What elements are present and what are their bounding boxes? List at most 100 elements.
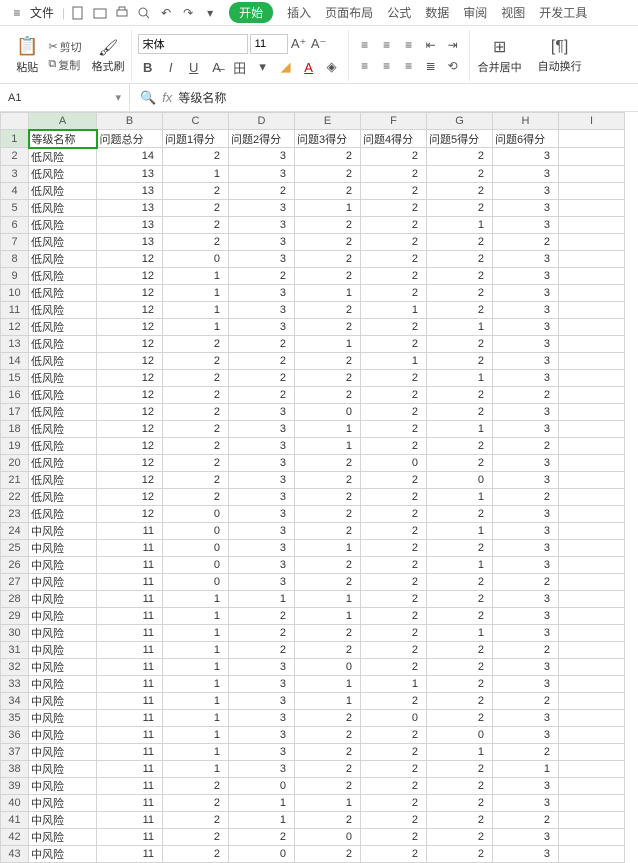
cell-I18[interactable] — [559, 420, 625, 437]
cell-G37[interactable]: 1 — [427, 743, 493, 760]
cell-A7[interactable]: 低风险 — [29, 233, 97, 250]
cell-E19[interactable]: 1 — [295, 437, 361, 454]
align-middle-icon[interactable]: ≡ — [377, 36, 397, 54]
cell-F21[interactable]: 2 — [361, 471, 427, 488]
cell-E34[interactable]: 1 — [295, 692, 361, 709]
cell-A3[interactable]: 低风险 — [29, 165, 97, 182]
cell-A29[interactable]: 中风险 — [29, 607, 97, 624]
cell-E1[interactable]: 问题3得分 — [295, 130, 361, 148]
cell-E35[interactable]: 2 — [295, 709, 361, 726]
cell-C24[interactable]: 0 — [163, 522, 229, 539]
cell-H26[interactable]: 3 — [493, 556, 559, 573]
cell-E9[interactable]: 2 — [295, 267, 361, 284]
row-header-7[interactable]: 7 — [1, 233, 29, 250]
cell-C2[interactable]: 2 — [163, 148, 229, 166]
cell-C27[interactable]: 0 — [163, 573, 229, 590]
cell-A39[interactable]: 中风险 — [29, 777, 97, 794]
cell-H16[interactable]: 2 — [493, 386, 559, 403]
tab-layout[interactable]: 页面布局 — [325, 4, 373, 21]
cell-C16[interactable]: 2 — [163, 386, 229, 403]
cell-I12[interactable] — [559, 318, 625, 335]
cell-G13[interactable]: 2 — [427, 335, 493, 352]
cell-B27[interactable]: 11 — [97, 573, 163, 590]
cell-B39[interactable]: 11 — [97, 777, 163, 794]
cell-E14[interactable]: 2 — [295, 352, 361, 369]
name-box[interactable]: A1 ▾ — [0, 84, 130, 111]
cell-E6[interactable]: 2 — [295, 216, 361, 233]
cell-B14[interactable]: 12 — [97, 352, 163, 369]
cell-D40[interactable]: 1 — [229, 794, 295, 811]
cell-I26[interactable] — [559, 556, 625, 573]
cell-D26[interactable]: 3 — [229, 556, 295, 573]
cell-D41[interactable]: 1 — [229, 811, 295, 828]
row-header-6[interactable]: 6 — [1, 216, 29, 233]
row-header-36[interactable]: 36 — [1, 726, 29, 743]
cell-G11[interactable]: 2 — [427, 301, 493, 318]
cell-A6[interactable]: 低风险 — [29, 216, 97, 233]
cell-F39[interactable]: 2 — [361, 777, 427, 794]
cell-C11[interactable]: 1 — [163, 301, 229, 318]
cell-D17[interactable]: 3 — [229, 403, 295, 420]
cell-B38[interactable]: 11 — [97, 760, 163, 777]
cell-E33[interactable]: 1 — [295, 675, 361, 692]
cell-A40[interactable]: 中风险 — [29, 794, 97, 811]
cell-F7[interactable]: 2 — [361, 233, 427, 250]
cell-H19[interactable]: 2 — [493, 437, 559, 454]
cell-I31[interactable] — [559, 641, 625, 658]
print-icon[interactable] — [111, 2, 133, 24]
cell-I2[interactable] — [559, 148, 625, 166]
cell-F23[interactable]: 2 — [361, 505, 427, 522]
row-header-24[interactable]: 24 — [1, 522, 29, 539]
row-header-40[interactable]: 40 — [1, 794, 29, 811]
cell-H12[interactable]: 3 — [493, 318, 559, 335]
cell-D33[interactable]: 3 — [229, 675, 295, 692]
cell-I35[interactable] — [559, 709, 625, 726]
orientation-icon[interactable]: ⟲ — [443, 57, 463, 75]
cell-D2[interactable]: 3 — [229, 148, 295, 166]
cell-H25[interactable]: 3 — [493, 539, 559, 556]
cell-E42[interactable]: 0 — [295, 828, 361, 845]
cell-E20[interactable]: 2 — [295, 454, 361, 471]
cell-I37[interactable] — [559, 743, 625, 760]
cell-H37[interactable]: 2 — [493, 743, 559, 760]
cell-F43[interactable]: 2 — [361, 845, 427, 862]
cell-H39[interactable]: 3 — [493, 777, 559, 794]
cell-F2[interactable]: 2 — [361, 148, 427, 166]
cell-I20[interactable] — [559, 454, 625, 471]
cell-B18[interactable]: 12 — [97, 420, 163, 437]
cell-D5[interactable]: 3 — [229, 199, 295, 216]
cell-D42[interactable]: 2 — [229, 828, 295, 845]
row-header-43[interactable]: 43 — [1, 845, 29, 862]
cell-C42[interactable]: 2 — [163, 828, 229, 845]
cell-F40[interactable]: 2 — [361, 794, 427, 811]
cell-B11[interactable]: 12 — [97, 301, 163, 318]
cell-A41[interactable]: 中风险 — [29, 811, 97, 828]
cell-G36[interactable]: 0 — [427, 726, 493, 743]
cell-D24[interactable]: 3 — [229, 522, 295, 539]
cell-A38[interactable]: 中风险 — [29, 760, 97, 777]
cell-G43[interactable]: 2 — [427, 845, 493, 862]
cell-I4[interactable] — [559, 182, 625, 199]
font-name-select[interactable] — [138, 34, 248, 54]
cell-C1[interactable]: 问题1得分 — [163, 130, 229, 148]
row-header-25[interactable]: 25 — [1, 539, 29, 556]
cell-E43[interactable]: 2 — [295, 845, 361, 862]
cell-A15[interactable]: 低风险 — [29, 369, 97, 386]
cell-I43[interactable] — [559, 845, 625, 862]
cell-G20[interactable]: 2 — [427, 454, 493, 471]
cell-H4[interactable]: 3 — [493, 182, 559, 199]
align-right-icon[interactable]: ≡ — [399, 57, 419, 75]
row-header-28[interactable]: 28 — [1, 590, 29, 607]
cell-G40[interactable]: 2 — [427, 794, 493, 811]
cell-B21[interactable]: 12 — [97, 471, 163, 488]
cell-B15[interactable]: 12 — [97, 369, 163, 386]
cell-A22[interactable]: 低风险 — [29, 488, 97, 505]
cell-C14[interactable]: 2 — [163, 352, 229, 369]
justify-icon[interactable]: ≣ — [421, 57, 441, 75]
cell-F33[interactable]: 1 — [361, 675, 427, 692]
cell-F17[interactable]: 2 — [361, 403, 427, 420]
cell-G19[interactable]: 2 — [427, 437, 493, 454]
cell-D38[interactable]: 3 — [229, 760, 295, 777]
cell-C13[interactable]: 2 — [163, 335, 229, 352]
cell-D31[interactable]: 2 — [229, 641, 295, 658]
